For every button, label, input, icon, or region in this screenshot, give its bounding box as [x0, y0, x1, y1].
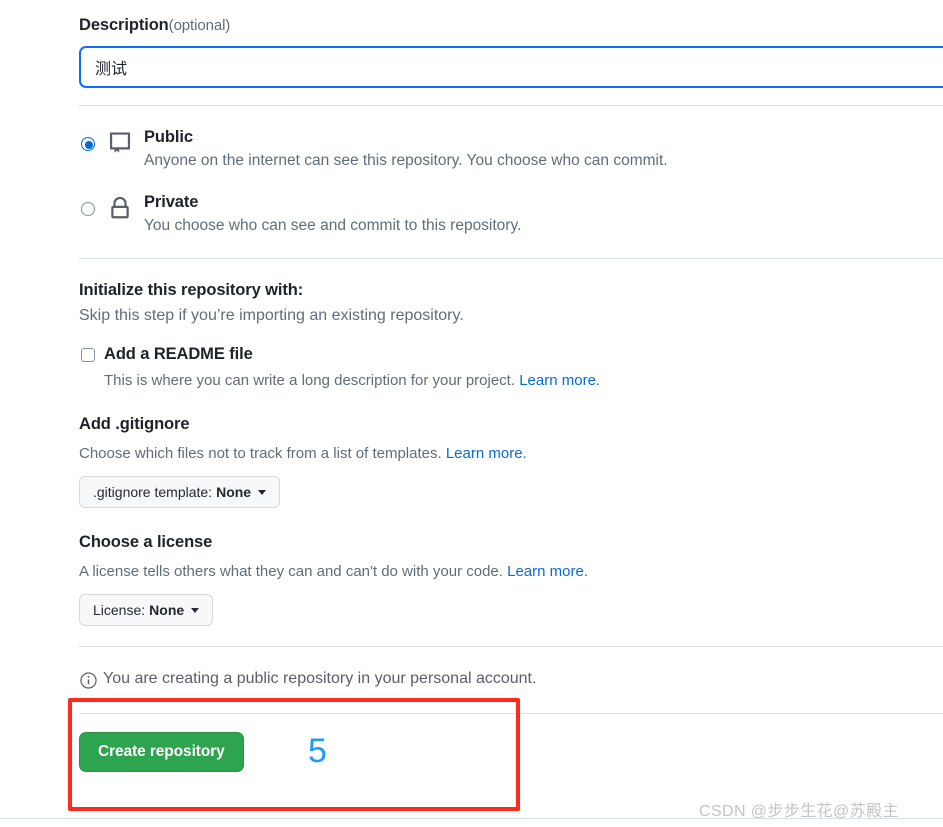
create-repository-button[interactable]: Create repository: [79, 732, 244, 772]
info-icon: [80, 672, 97, 689]
readme-description: This is where you can write a long descr…: [104, 372, 600, 389]
license-learn-more-link[interactable]: Learn more.: [507, 563, 588, 580]
watermark-text: CSDN @步步生花@苏殿主: [699, 803, 899, 820]
license-select[interactable]: License: None: [79, 594, 214, 626]
license-heading: Choose a license: [79, 533, 213, 551]
radio-public[interactable]: [81, 137, 95, 151]
readme-description-text: This is where you can write a long descr…: [104, 372, 516, 389]
notice-text: You are creating a public repository in …: [103, 670, 537, 687]
gitignore-template-select[interactable]: .gitignore template: None: [79, 476, 281, 508]
readme-learn-more-link[interactable]: Learn more.: [519, 372, 600, 389]
gitignore-learn-more-link[interactable]: Learn more.: [446, 445, 527, 462]
visibility-description-public: Anyone on the internet can see this repo…: [144, 152, 668, 169]
divider-after-description: [79, 105, 943, 106]
gitignore-description: Choose which files not to track from a l…: [79, 445, 527, 462]
description-optional-note: (optional): [168, 17, 231, 34]
annotation-step-number: 5: [308, 732, 327, 770]
initialize-subtext: Skip this step if you’re importing an ex…: [79, 307, 464, 324]
chevron-down-icon: [258, 489, 267, 495]
divider-before-notice: [79, 646, 943, 647]
initialize-heading: Initialize this repository with:: [79, 281, 304, 299]
description-label-text: Description: [79, 16, 169, 34]
visibility-title-private: Private: [144, 193, 199, 211]
divider-before-initialize: [79, 258, 943, 259]
radio-private[interactable]: [81, 202, 95, 216]
gitignore-select-value: None: [216, 484, 252, 500]
divider-before-actions: [79, 713, 943, 714]
lock-icon: [107, 195, 133, 223]
license-description-text: A license tells others what they can and…: [79, 563, 503, 580]
visibility-title-public: Public: [144, 128, 193, 146]
description-label: Description(optional): [79, 16, 230, 35]
gitignore-heading: Add .gitignore: [79, 415, 190, 433]
readme-label[interactable]: Add a README file: [104, 345, 253, 364]
license-select-value: None: [149, 602, 185, 618]
chevron-down-icon: [191, 607, 200, 613]
new-repository-form: Description(optional) Public Anyone on t…: [0, 0, 943, 827]
license-description: A license tells others what they can and…: [79, 563, 588, 580]
visibility-description-private: You choose who can see and commit to thi…: [144, 217, 522, 234]
readme-checkbox[interactable]: [81, 348, 95, 362]
gitignore-description-text: Choose which files not to track from a l…: [79, 445, 442, 462]
gitignore-select-prefix: .gitignore template:: [93, 484, 213, 500]
license-select-prefix: License:: [93, 602, 146, 618]
description-input[interactable]: [79, 46, 943, 88]
repo-book-icon: [107, 130, 133, 158]
